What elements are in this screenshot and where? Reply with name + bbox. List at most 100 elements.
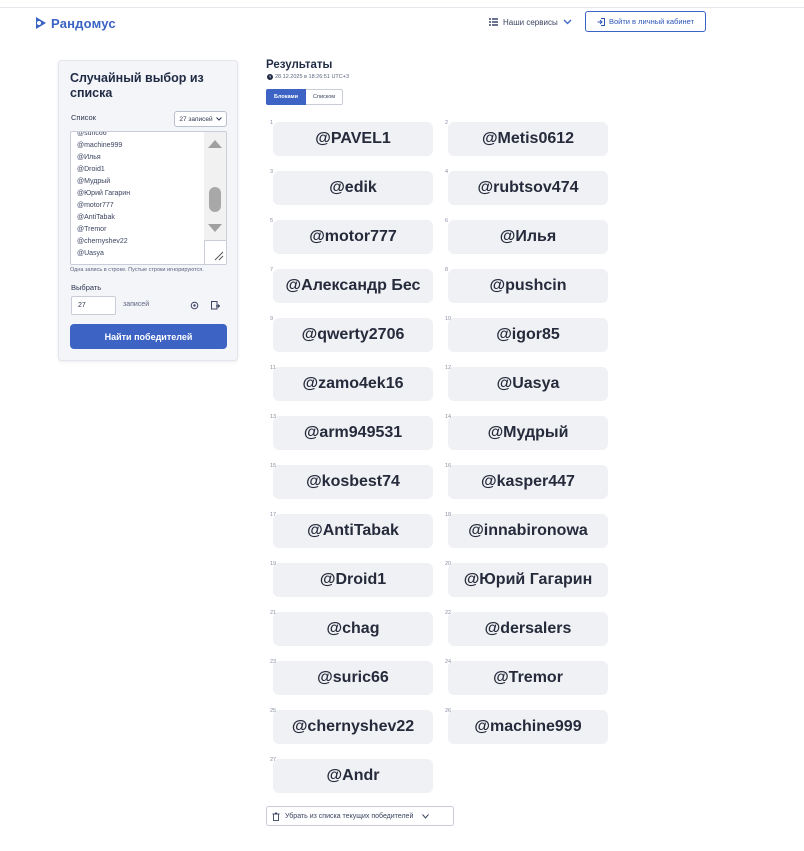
pick-count-input[interactable]: 27: [71, 296, 116, 315]
list-icon: [489, 18, 498, 26]
result-number: 11: [270, 365, 276, 371]
view-list-tab[interactable]: Списком: [306, 89, 344, 105]
result-number: 1: [270, 120, 274, 126]
result-winner-name: @motor777: [273, 220, 433, 254]
services-menu[interactable]: Наши сервисы: [489, 14, 572, 30]
result-number: 3: [270, 169, 274, 175]
scroll-thumb[interactable]: [209, 187, 221, 212]
result-number: 8: [445, 267, 449, 273]
result-item: @innabironowa 18: [444, 510, 608, 548]
result-number: 6: [445, 218, 449, 224]
result-number: 15: [270, 463, 277, 469]
trash-icon: [272, 812, 280, 821]
view-blocks-tab[interactable]: Блоками: [266, 89, 306, 105]
view-toggle: Блоками Списком: [266, 89, 344, 105]
card-title: Случайный выбор из списка: [70, 71, 204, 100]
timestamp-text: 28.12.2025 в 18:26:51 UTC+3: [275, 74, 350, 80]
result-item: @suric66 23: [269, 657, 433, 695]
result-winner-name: @dersalers: [448, 612, 608, 646]
result-number: 12: [445, 365, 452, 371]
count-select[interactable]: 27 записей: [174, 111, 227, 127]
find-winners-button[interactable]: Найти победителей: [70, 324, 227, 349]
list-line: @Юрий Гагарин: [77, 190, 131, 197]
result-number: 18: [445, 512, 452, 518]
result-number: 17: [270, 512, 277, 518]
result-winner-name: @Metis0612: [448, 122, 608, 156]
result-winner-name: @suric66: [273, 661, 433, 695]
result-item: @Metis0612 2: [444, 118, 608, 156]
gear-icon[interactable]: [190, 301, 199, 310]
list-line: @motor777: [77, 202, 114, 209]
login-label: Войти в личный кабинет: [608, 17, 695, 26]
list-lines: @suric66 @machine999 @Илья @Droid1 @Мудрый @Ю…: [77, 131, 131, 260]
result-number: 14: [445, 414, 452, 420]
list-line: @Tremor: [77, 226, 107, 233]
result-winner-name: @arm949531: [273, 416, 433, 450]
scroll-down-arrow-icon[interactable]: [208, 224, 222, 232]
result-winner-name: @Tremor: [448, 661, 608, 695]
result-number: 26: [445, 708, 452, 714]
result-winner-name: @Droid1: [273, 563, 433, 597]
list-hint: Одна запись в строке. Пустые строки игно…: [70, 267, 204, 273]
logo-text: Рандомус: [51, 15, 116, 31]
chevron-down-icon: [563, 19, 572, 25]
result-winner-name: @kosbest74: [273, 465, 433, 499]
list-line: @Uasya: [77, 250, 104, 257]
result-item: @kosbest74 15: [269, 461, 433, 499]
result-number: 2: [445, 120, 449, 126]
result-item: @arm949531 13: [269, 412, 433, 450]
result-item: @Илья 6: [444, 216, 608, 254]
pick-unit: записей: [123, 301, 150, 308]
scroll-up-arrow-icon[interactable]: [208, 140, 222, 148]
result-item: @igor85 10: [444, 314, 608, 352]
result-winner-name: @PAVEL1: [273, 122, 433, 156]
export-icon[interactable]: [211, 301, 220, 310]
result-winner-name: @edik: [273, 171, 433, 205]
chevron-down-icon: [215, 117, 222, 121]
list-textarea[interactable]: @suric66 @machine999 @Илья @Droid1 @Мудрый @Ю…: [70, 131, 227, 265]
login-button[interactable]: Войти в личный кабинет: [585, 11, 706, 32]
result-winner-name: @pushcin: [448, 269, 608, 303]
result-item: @Юрий Гагарин 20: [444, 559, 608, 597]
result-number: 21: [270, 610, 277, 616]
list-label: Список: [71, 113, 96, 122]
remove-winners-label: Убрать из списка текущих победителей: [285, 812, 414, 820]
result-item: @kasper447 16: [444, 461, 608, 499]
random-picker-card: Случайный выбор из списка Список 27 запи…: [58, 60, 238, 361]
result-winner-name: @qwerty2706: [273, 318, 433, 352]
result-winner-name: @chag: [273, 612, 433, 646]
resize-handle[interactable]: [204, 240, 226, 264]
login-icon: [597, 17, 605, 26]
remove-winners-button[interactable]: Убрать из списка текущих победителей: [266, 806, 454, 826]
logo[interactable]: Рандомус: [35, 14, 116, 32]
result-winner-name: @Мудрый: [448, 416, 608, 450]
clock-icon: [267, 74, 273, 80]
result-item: @qwerty2706 9: [269, 314, 433, 352]
top-divider: [0, 7, 804, 8]
result-item: @Tremor 24: [444, 657, 608, 695]
result-winner-name: @Andr: [273, 759, 433, 793]
result-number: 9: [270, 316, 274, 322]
result-item: @rubtsov474 4: [444, 167, 608, 205]
result-item: @dersalers 22: [444, 608, 608, 646]
result-item: @motor777 5: [269, 216, 433, 254]
result-number: 7: [270, 267, 274, 273]
result-winner-name: @Uasya: [448, 367, 608, 401]
result-number: 27: [270, 757, 277, 763]
list-line: @Мудрый: [77, 178, 111, 185]
result-item: @AntiTabak 17: [269, 510, 433, 548]
list-line: @machine999: [77, 142, 123, 149]
result-number: 4: [445, 169, 449, 175]
logo-icon: [36, 17, 46, 29]
list-line: @suric66: [77, 131, 107, 137]
result-winner-name: @zamo4ek16: [273, 367, 433, 401]
result-winner-name: @machine999: [448, 710, 608, 744]
result-winner-name: @Александр Бес: [273, 269, 433, 303]
result-number: 10: [445, 316, 452, 322]
result-item: @chag 21: [269, 608, 433, 646]
list-line: @Илья: [77, 154, 101, 161]
result-winner-name: @innabironowa: [448, 514, 608, 548]
result-item: @pushcin 8: [444, 265, 608, 303]
result-number: 20: [445, 561, 452, 567]
result-number: 5: [270, 218, 274, 224]
